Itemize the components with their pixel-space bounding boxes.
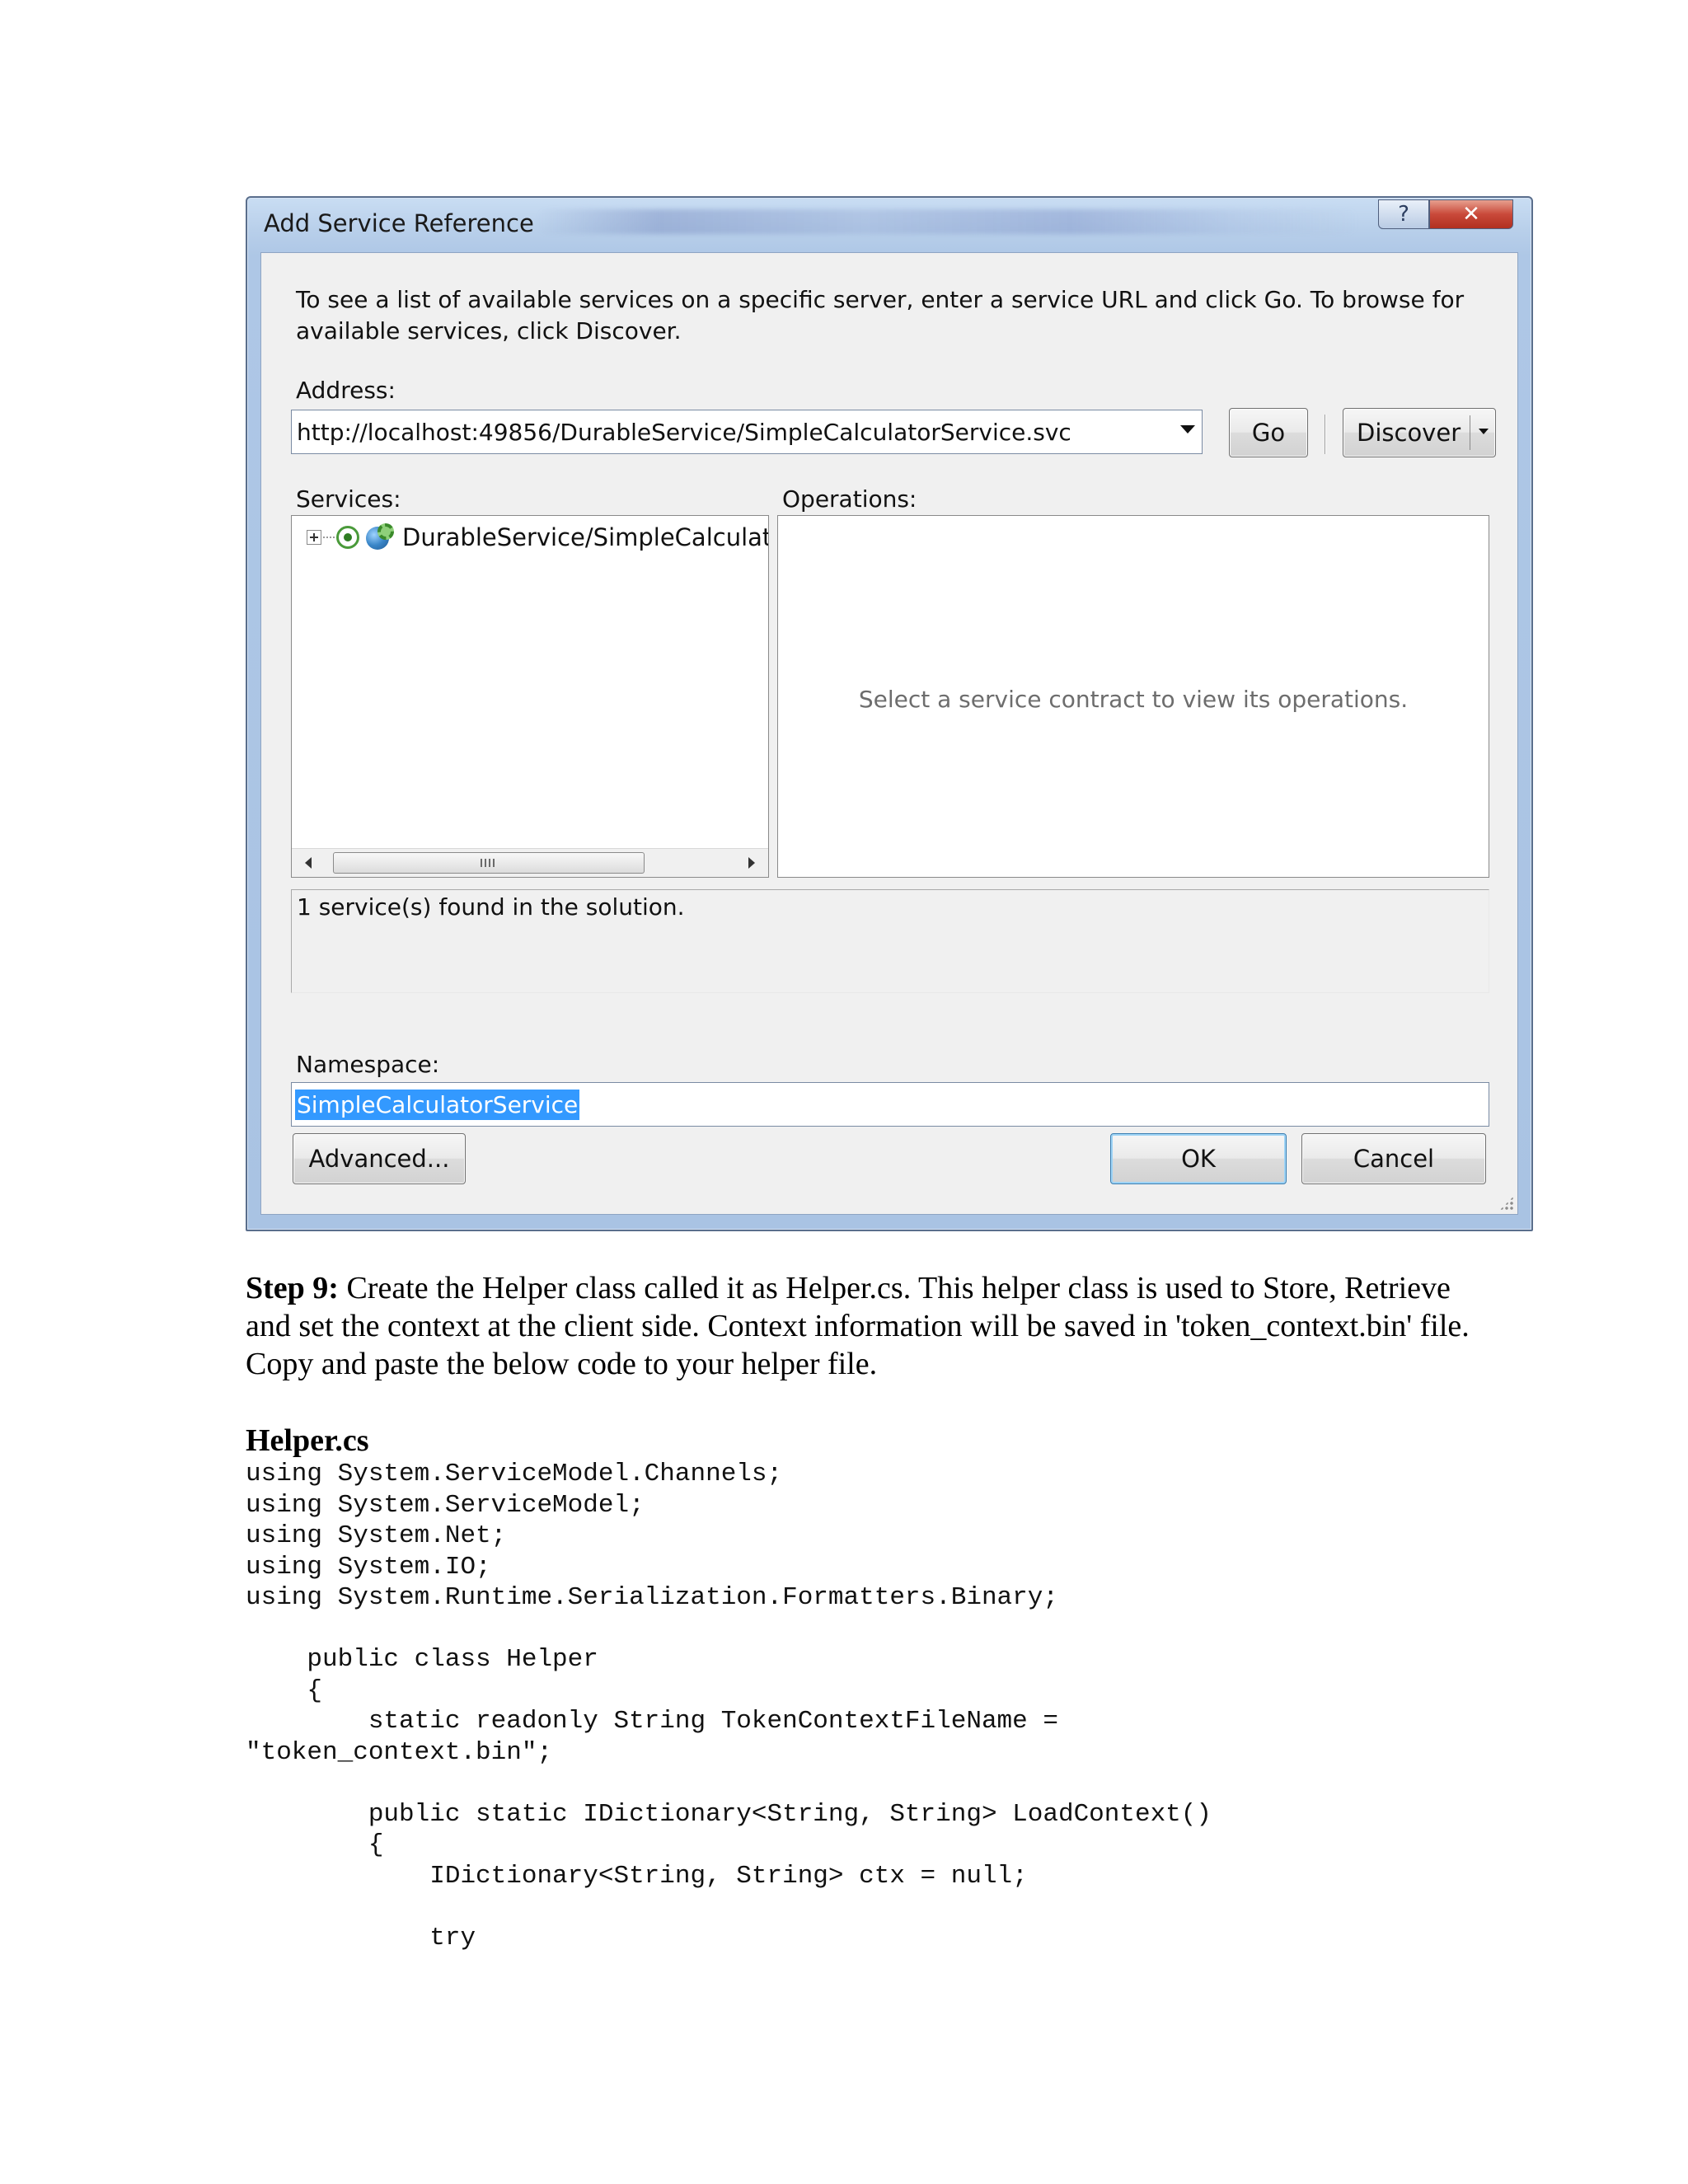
operations-list[interactable]: Select a service contract to view its op… — [777, 515, 1489, 878]
status-box: 1 service(s) found in the solution. — [291, 889, 1489, 993]
service-status-icon — [336, 526, 359, 549]
scrollbar-thumb[interactable] — [333, 852, 645, 874]
titlebar-background-blur — [536, 209, 1360, 234]
cancel-button[interactable]: Cancel — [1301, 1133, 1486, 1184]
step-label: Step 9: — [246, 1271, 339, 1305]
namespace-input[interactable]: SimpleCalculatorService — [291, 1082, 1489, 1127]
grip-icon — [481, 859, 495, 867]
close-button[interactable]: ✕ — [1429, 199, 1513, 229]
address-input[interactable]: http://localhost:49856/DurableService/Si… — [297, 419, 1071, 446]
ok-button-label: OK — [1181, 1145, 1216, 1173]
chevron-down-icon[interactable] — [1180, 425, 1195, 434]
web-service-icon — [366, 523, 394, 551]
resize-grip-icon[interactable] — [1499, 1196, 1514, 1211]
namespace-value-selected[interactable]: SimpleCalculatorService — [295, 1090, 580, 1120]
advanced-button[interactable]: Advanced... — [293, 1133, 466, 1184]
step-paragraph: Step 9: Create the Helper class called i… — [246, 1269, 1498, 1383]
expand-icon[interactable] — [307, 530, 321, 545]
tree-connector — [323, 537, 335, 538]
status-text: 1 service(s) found in the solution. — [297, 893, 685, 921]
help-icon: ? — [1398, 202, 1409, 227]
tree-item-label: DurableService/SimpleCalculatorService.s… — [402, 523, 768, 551]
dialog-titlebar[interactable]: Add Service Reference ? ✕ — [247, 198, 1531, 249]
scroll-right-icon[interactable] — [748, 857, 755, 869]
close-icon: ✕ — [1462, 202, 1480, 227]
add-service-reference-dialog: Add Service Reference ? ✕ To see a list … — [246, 196, 1533, 1231]
code-block: using System.ServiceModel.Channels; usin… — [246, 1460, 1212, 1952]
services-tree[interactable]: DurableService/SimpleCalculatorService.s… — [291, 515, 769, 878]
dropdown-arrow-icon[interactable] — [1479, 429, 1489, 434]
dialog-client-area: To see a list of available services on a… — [260, 252, 1518, 1215]
namespace-label: Namespace: — [296, 1051, 440, 1078]
instructions-text: To see a list of available services on a… — [296, 286, 1465, 344]
go-button[interactable]: Go — [1229, 408, 1308, 457]
code-title: Helper.cs — [246, 1423, 369, 1458]
address-label: Address: — [296, 377, 396, 404]
operations-hint: Select a service contract to view its op… — [858, 686, 1409, 713]
discover-button-label: Discover — [1357, 419, 1461, 447]
services-label: Services: — [296, 485, 401, 513]
tree-item-service[interactable]: DurableService/SimpleCalculatorService.s… — [307, 521, 768, 554]
dialog-title: Add Service Reference — [264, 209, 534, 237]
discover-button[interactable]: Discover — [1343, 408, 1496, 457]
go-button-label: Go — [1251, 419, 1286, 447]
scroll-left-icon[interactable] — [305, 857, 312, 869]
advanced-button-label: Advanced... — [308, 1145, 450, 1173]
operations-label: Operations: — [782, 485, 917, 513]
help-button[interactable]: ? — [1378, 199, 1429, 229]
cancel-button-label: Cancel — [1353, 1145, 1435, 1173]
step-text: Create the Helper class called it as Hel… — [246, 1271, 1470, 1381]
ok-button[interactable]: OK — [1110, 1133, 1287, 1184]
address-combobox[interactable]: http://localhost:49856/DurableService/Si… — [291, 410, 1203, 454]
horizontal-scrollbar[interactable] — [292, 848, 768, 877]
